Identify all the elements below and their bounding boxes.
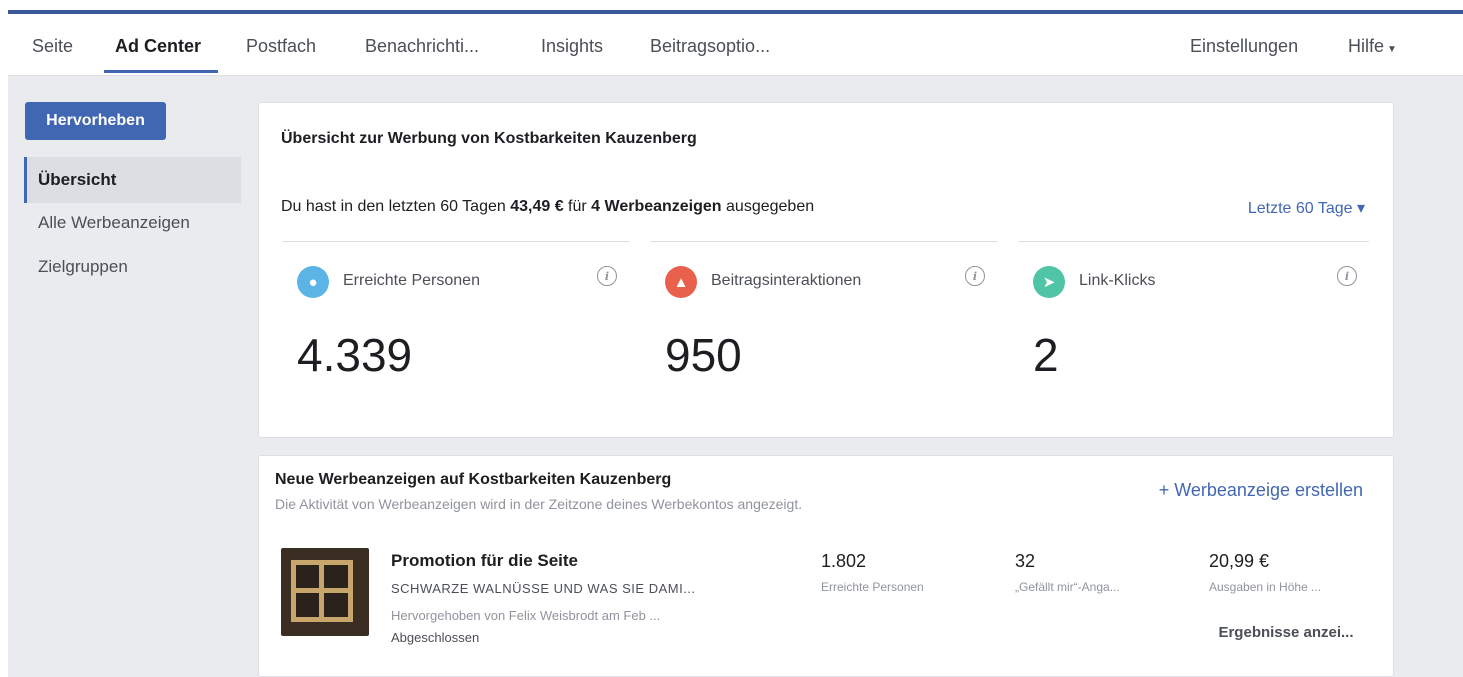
- chevron-down-icon: ▼: [1387, 44, 1397, 55]
- date-range-selector[interactable]: Letzte 60 Tage ▾: [1248, 198, 1365, 218]
- boost-button[interactable]: Hervorheben: [25, 102, 166, 140]
- metric-label: Link-Klicks: [1079, 272, 1156, 289]
- crate-divider: [319, 560, 324, 622]
- tab-beitragsoptionen[interactable]: Beitragsoptio...: [650, 36, 770, 57]
- summary-prefix: Du hast in den letzten 60 Tagen: [281, 198, 511, 215]
- metric-value: 950: [665, 329, 742, 381]
- overview-card: Übersicht zur Werbung von Kostbarkeiten …: [258, 102, 1394, 438]
- tab-postfach[interactable]: Postfach: [246, 36, 316, 57]
- help-label: Hilfe: [1348, 36, 1385, 56]
- info-icon[interactable]: i: [965, 266, 985, 286]
- ad-spend-value: 20,99 €: [1209, 551, 1270, 571]
- ad-thumbnail[interactable]: [281, 548, 369, 636]
- sidebar-item-audiences[interactable]: Zielgruppen: [24, 244, 241, 290]
- thumb-icon: ▲: [665, 266, 697, 298]
- tab-insights[interactable]: Insights: [541, 36, 603, 57]
- ad-reach-value: 1.802: [821, 551, 867, 571]
- metric-engagement: ▲ Beitragsinteraktionen i 950: [651, 241, 997, 401]
- metric-value: 4.339: [297, 329, 413, 381]
- summary-amount: 43,49 €: [510, 198, 564, 215]
- tab-einstellungen[interactable]: Einstellungen: [1190, 36, 1298, 57]
- date-range-label: Letzte 60 Tage: [1247, 200, 1353, 217]
- overview-title: Übersicht zur Werbung von Kostbarkeiten …: [281, 130, 697, 147]
- ad-headline: SCHWARZE WALNÜSSE UND WAS SIE DAMI...: [391, 581, 696, 596]
- people-icon: ●: [297, 266, 329, 298]
- create-ad-link[interactable]: + Werbeanzeige erstellen: [1159, 480, 1363, 501]
- sidebar-item-all-ads[interactable]: Alle Werbeanzeigen: [24, 200, 241, 246]
- sidebar-item-overview[interactable]: Übersicht: [24, 157, 241, 203]
- ad-reach-label: Erreichte Personen: [821, 580, 924, 594]
- tab-benachrichtigungen[interactable]: Benachrichti...: [365, 36, 479, 57]
- view-results-button[interactable]: Ergebnisse anzei...: [1203, 614, 1369, 650]
- new-ads-subtitle: Die Aktivität von Werbeanzeigen wird in …: [275, 496, 803, 512]
- metric-reach: ● Erreichte Personen i 4.339: [283, 241, 629, 401]
- ad-boosted-by: Hervorgehoben von Felix Weisbrodt am Feb…: [391, 608, 661, 623]
- ad-spend-label: Ausgaben in Höhe ...: [1209, 580, 1322, 594]
- metric-label: Beitragsinteraktionen: [711, 272, 862, 289]
- new-ads-card: Neue Werbeanzeigen auf Kostbarkeiten Kau…: [258, 455, 1394, 677]
- ad-likes-value: 32: [1015, 551, 1036, 571]
- new-ads-title: Neue Werbeanzeigen auf Kostbarkeiten Kau…: [275, 471, 672, 488]
- summary-count: 4 Werbeanzeigen: [591, 198, 722, 215]
- metric-link-clicks: ➤ Link-Klicks i 2: [1019, 241, 1369, 401]
- chevron-down-icon: ▾: [1356, 200, 1365, 217]
- spend-summary: Du hast in den letzten 60 Tagen 43,49 € …: [281, 198, 814, 216]
- info-icon[interactable]: i: [1337, 266, 1357, 286]
- metric-value: 2: [1033, 329, 1059, 381]
- ad-status: Abgeschlossen: [391, 630, 480, 645]
- active-tab-indicator: [104, 70, 218, 73]
- tab-seite[interactable]: Seite: [32, 36, 73, 57]
- page-tab-bar: Seite Ad Center Postfach Benachrichti...…: [8, 14, 1463, 76]
- cursor-icon: ➤: [1033, 266, 1065, 298]
- summary-mid: für: [563, 198, 592, 215]
- ad-likes-label: „Gefällt mir“-Anga...: [1015, 580, 1120, 594]
- info-icon[interactable]: i: [597, 266, 617, 286]
- tab-hilfe[interactable]: Hilfe ▼: [1348, 36, 1397, 57]
- tab-ad-center[interactable]: Ad Center: [115, 36, 201, 57]
- summary-suffix: ausgegeben: [721, 198, 815, 215]
- ad-title[interactable]: Promotion für die Seite: [391, 551, 578, 571]
- metric-label: Erreichte Personen: [343, 272, 480, 289]
